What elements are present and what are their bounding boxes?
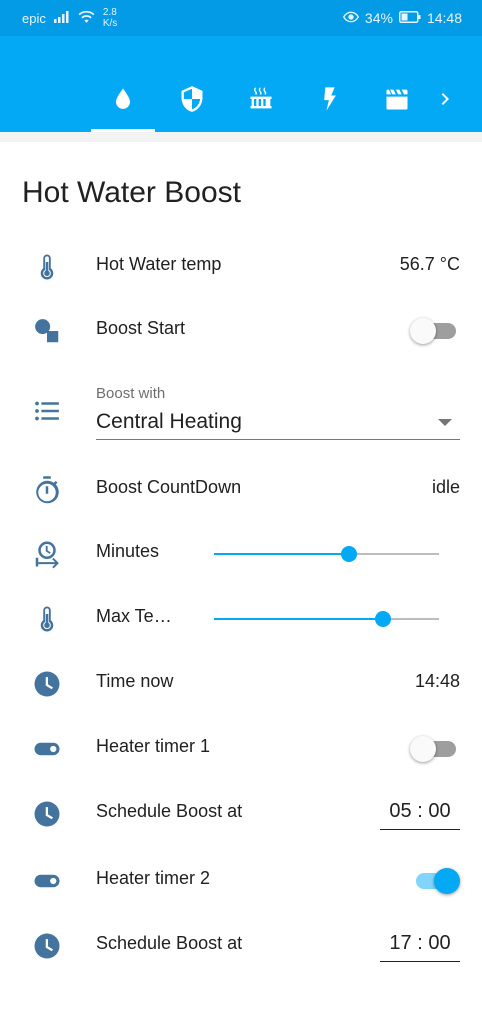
card-title: Hot Water Boost — [22, 176, 241, 209]
row-hot-water-temp[interactable]: Hot Water temp 56.7 °C — [0, 240, 482, 292]
thermometer-icon — [32, 252, 62, 282]
clapperboard-icon — [383, 85, 411, 118]
minutes-slider[interactable] — [214, 546, 439, 562]
time-now-value: 14:48 — [414, 671, 460, 691]
row-schedule-boost-2: Schedule Boost at 17 : 00 — [0, 919, 482, 971]
tab-water[interactable] — [91, 72, 155, 132]
row-heater-timer-1: Heater timer 1 — [0, 722, 482, 774]
tab-energy[interactable] — [298, 72, 362, 130]
schedule-boost-1-label: Schedule Boost at — [96, 801, 243, 821]
toggle-thumb — [410, 318, 436, 344]
heater-timer-2-label: Heater timer 2 — [96, 868, 211, 888]
minutes-label: Minutes — [96, 541, 160, 561]
tab-scroll-next[interactable] — [428, 72, 462, 130]
network-speed-value: 2.8 — [102, 7, 117, 18]
timer-icon — [32, 475, 62, 505]
radiator-icon — [247, 85, 275, 118]
shield-icon — [178, 85, 206, 118]
boost-with-select[interactable]: Central Heating — [96, 410, 242, 434]
slider-knob[interactable] — [341, 546, 357, 562]
chevron-right-icon — [433, 87, 457, 116]
boost-with-underline — [96, 439, 460, 440]
clock-icon — [32, 799, 62, 829]
boost-with-label: Boost with — [96, 385, 166, 402]
card-gap — [0, 132, 482, 142]
heater-timer-1-label: Heater timer 1 — [96, 736, 211, 756]
slider-fill — [214, 618, 383, 620]
status-bar: epic 2.8 K/s 34% 14:48 — [0, 0, 482, 36]
list-icon — [32, 396, 62, 426]
wifi-icon — [78, 10, 95, 26]
boost-start-toggle[interactable] — [410, 318, 456, 344]
slider-fill — [214, 553, 349, 555]
water-drop-icon — [109, 85, 137, 118]
toggle-thumb — [434, 868, 460, 894]
network-speed: 2.8 K/s — [103, 7, 117, 29]
row-schedule-boost-1: Schedule Boost at 05 : 00 — [0, 787, 482, 839]
shapes-icon — [32, 316, 62, 346]
battery-percentage: 34% — [364, 10, 393, 26]
dropdown-arrow-icon[interactable] — [438, 419, 452, 426]
clock-icon — [32, 931, 62, 961]
toggle-thumb — [410, 736, 436, 762]
clock-arrow-icon — [32, 539, 62, 569]
time-now-label: Time now — [96, 671, 174, 691]
heater-timer-1-toggle[interactable] — [410, 736, 456, 762]
schedule-boost-2-label: Schedule Boost at — [96, 933, 243, 953]
lightning-icon — [316, 85, 344, 118]
thermometer-icon — [32, 604, 62, 634]
hot-water-temp-label: Hot Water temp — [96, 254, 222, 274]
tab-heating[interactable] — [229, 72, 293, 130]
signal-icon — [53, 10, 70, 26]
row-boost-start: Boost Start — [0, 304, 482, 356]
battery-icon — [398, 10, 421, 26]
boost-start-label: Boost Start — [96, 318, 186, 338]
max-temp-label: Max Te… — [96, 606, 172, 626]
schedule-boost-1-time-input[interactable]: 05 : 00 — [380, 795, 460, 830]
tab-media[interactable] — [365, 72, 429, 130]
row-boost-countdown[interactable]: Boost CountDown idle — [0, 463, 482, 515]
heater-timer-2-toggle[interactable] — [410, 868, 460, 894]
eye-icon — [342, 10, 360, 26]
app-header — [0, 36, 482, 132]
row-minutes: Minutes — [0, 527, 482, 579]
tab-security[interactable] — [160, 72, 224, 130]
schedule-boost-2-time-input[interactable]: 17 : 00 — [380, 927, 460, 962]
row-heater-timer-2: Heater timer 2 — [0, 854, 482, 906]
boost-countdown-value: idle — [431, 477, 460, 497]
carrier-name: epic — [22, 10, 46, 26]
max-temp-slider[interactable] — [214, 611, 439, 627]
boost-countdown-label: Boost CountDown — [96, 477, 242, 497]
clock-time: 14:48 — [426, 10, 462, 26]
slider-knob[interactable] — [374, 611, 391, 627]
row-time-now[interactable]: Time now 14:48 — [0, 657, 482, 709]
network-speed-unit: K/s — [102, 18, 118, 29]
toggle-icon — [32, 734, 62, 764]
row-max-temp: Max Te… — [0, 592, 482, 644]
hot-water-temp-value: 56.7 °C — [399, 254, 460, 274]
clock-icon — [32, 669, 62, 699]
toggle-icon — [32, 866, 62, 896]
